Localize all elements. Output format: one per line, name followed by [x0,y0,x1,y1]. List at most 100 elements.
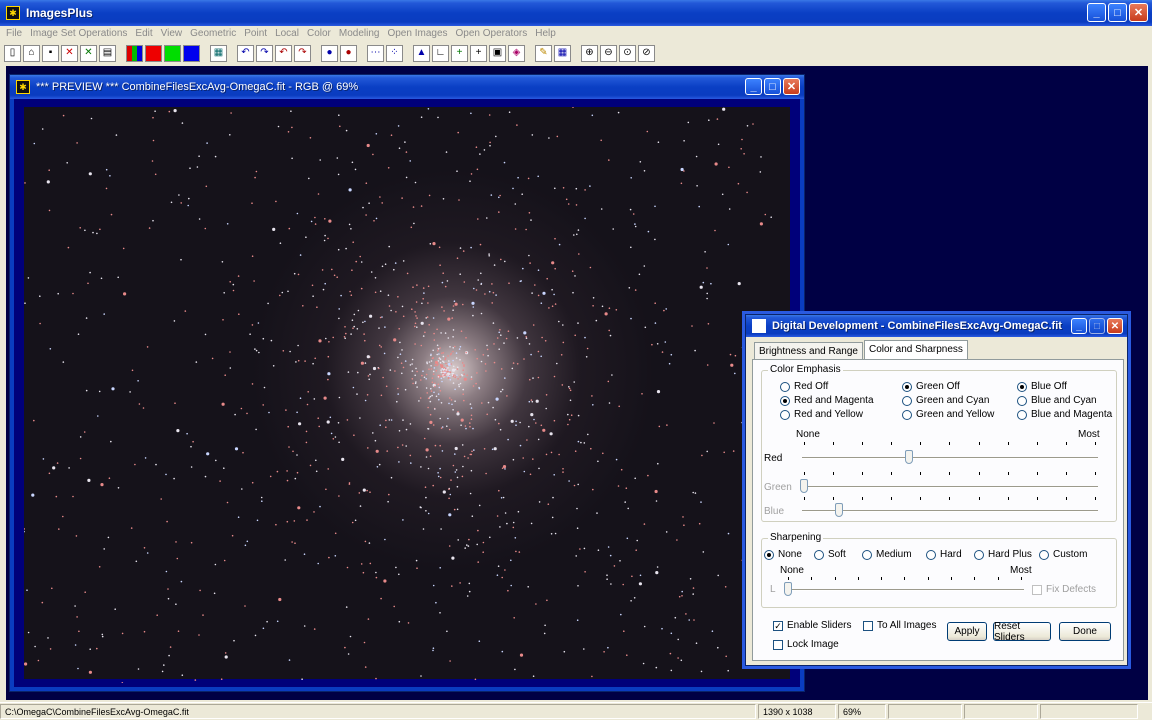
menu-file[interactable]: File [6,28,22,39]
menu-open-images[interactable]: Open Images [387,28,447,39]
star [414,343,416,345]
preview-close-button[interactable]: ✕ [783,78,800,95]
red-slider-thumb[interactable] [905,450,914,464]
preview-minimize-button[interactable]: _ [745,78,762,95]
green-channel-icon[interactable] [164,44,181,62]
omega-centauri-star-image[interactable] [24,107,790,683]
star [449,346,451,348]
radio-sharpen-hard[interactable]: Hard [926,549,962,560]
star [344,326,346,328]
blue-slider-thumb[interactable] [835,503,844,517]
dialog-minimize-button[interactable]: _ [1071,318,1087,334]
menu-local[interactable]: Local [275,28,299,39]
radio-green-and-yellow[interactable]: Green and Yellow [902,409,994,420]
star [87,282,89,285]
dialog-titlebar[interactable]: Digital Development - CombineFilesExcAvg… [746,315,1127,337]
undo-all-icon[interactable]: ↶ [275,44,292,62]
reset-sliders-button[interactable]: Reset Sliders [993,621,1051,643]
cross-icon[interactable]: + [470,44,487,62]
preview-maximize-button[interactable]: □ [764,78,781,95]
app-maximize-button[interactable]: □ [1108,3,1127,22]
star [279,294,281,297]
star [76,616,78,618]
star [195,361,198,363]
scatter-icon[interactable]: ⁘ [386,44,403,62]
star [226,501,229,504]
red-slider-track[interactable] [802,457,1098,459]
radio-sharpen-soft[interactable]: Soft [814,549,846,560]
histogram-icon[interactable]: ▲ [413,44,430,62]
zoom-in-icon[interactable]: ⊕ [581,44,598,62]
close-green-icon[interactable]: ✕ [80,44,97,62]
print-icon[interactable]: ▤ [99,44,116,62]
calc-icon[interactable]: ▣ [489,44,506,62]
lock-image-checkbox[interactable]: Lock Image [773,639,839,650]
menu-color[interactable]: Color [307,28,331,39]
circle-red-icon[interactable]: ● [340,44,357,62]
menu-help[interactable]: Help [535,28,556,39]
radio-sharpen-hard-plus[interactable]: Hard Plus [974,549,1032,560]
radio-red-and-magenta[interactable]: Red and Magenta [780,395,874,406]
save-icon[interactable]: ▪ [42,44,59,62]
zoom-fit-icon[interactable]: ⊙ [619,44,636,62]
enable-sliders-checkbox[interactable]: ✓ Enable Sliders [773,620,851,631]
green-slider-track[interactable] [802,486,1098,488]
crop-icon[interactable]: ∟ [432,44,449,62]
app-minimize-button[interactable]: _ [1087,3,1106,22]
radio-blue-off[interactable]: Blue Off [1017,381,1067,392]
app-close-button[interactable]: ✕ [1129,3,1148,22]
menu-open-operators[interactable]: Open Operators [456,28,528,39]
star [506,395,508,397]
new-icon[interactable]: ▯ [4,44,21,62]
radio-red-off[interactable]: Red Off [780,381,828,392]
star [531,400,534,403]
sharpen-slider-thumb[interactable] [784,582,792,596]
close-red-icon[interactable]: ✕ [61,44,78,62]
radio-red-and-yellow[interactable]: Red and Yellow [780,409,863,420]
star [397,393,400,395]
menu-edit[interactable]: Edit [135,28,152,39]
menu-point[interactable]: Point [244,28,267,39]
menu-modeling[interactable]: Modeling [339,28,380,39]
tab-color-and-sharpness[interactable]: Color and Sharpness [863,340,968,359]
preview-titlebar[interactable]: ✱ *** PREVIEW *** CombineFilesExcAvg-Ome… [10,75,804,99]
blue-slider-track[interactable] [802,510,1098,512]
radio-sharpen-custom[interactable]: Custom [1039,549,1087,560]
rgb-channels-icon[interactable] [126,44,143,62]
crosshair-icon[interactable]: + [451,44,468,62]
green-slider-thumb[interactable] [800,479,808,493]
blue-channel-icon[interactable] [183,44,200,62]
menu-image-set-operations[interactable]: Image Set Operations [30,28,127,39]
radio-sharpen-none[interactable]: None [764,549,802,560]
red-channel-icon[interactable] [145,44,162,62]
open-icon[interactable]: ⌂ [23,44,40,62]
dots-icon[interactable]: ⋯ [367,44,384,62]
menu-view[interactable]: View [161,28,183,39]
table-icon[interactable]: ▦ [554,44,571,62]
sharpen-slider-track[interactable] [786,589,1024,591]
radio-green-and-cyan[interactable]: Green and Cyan [902,395,989,406]
tab-brightness-and-range[interactable]: Brightness and Range [754,342,863,359]
palette-icon[interactable]: ◈ [508,44,525,62]
apply-button[interactable]: Apply [947,622,987,641]
app-titlebar[interactable]: ✱ ImagesPlus _ □ ✕ [0,0,1152,26]
dialog-close-button[interactable]: ✕ [1107,318,1123,334]
fix-defects-checkbox[interactable]: Fix Defects [1032,584,1096,595]
redo-icon[interactable]: ↷ [256,44,273,62]
zoom-actual-icon[interactable]: ⊘ [638,44,655,62]
done-button[interactable]: Done [1059,622,1111,641]
circle-select-icon[interactable]: ● [321,44,338,62]
to-all-images-checkbox[interactable]: To All Images [863,620,936,631]
pencil-icon[interactable]: ✎ [535,44,552,62]
redo-all-icon[interactable]: ↷ [294,44,311,62]
zoom-out-icon[interactable]: ⊖ [600,44,617,62]
grid-icon[interactable]: ▦ [210,44,227,62]
star [573,381,575,383]
radio-blue-and-magenta[interactable]: Blue and Magenta [1017,409,1112,420]
menu-geometric[interactable]: Geometric [190,28,236,39]
dialog-maximize-button[interactable]: □ [1089,318,1105,334]
undo-icon[interactable]: ↶ [237,44,254,62]
radio-sharpen-medium[interactable]: Medium [862,549,912,560]
radio-green-off[interactable]: Green Off [902,381,960,392]
radio-blue-and-cyan[interactable]: Blue and Cyan [1017,395,1097,406]
